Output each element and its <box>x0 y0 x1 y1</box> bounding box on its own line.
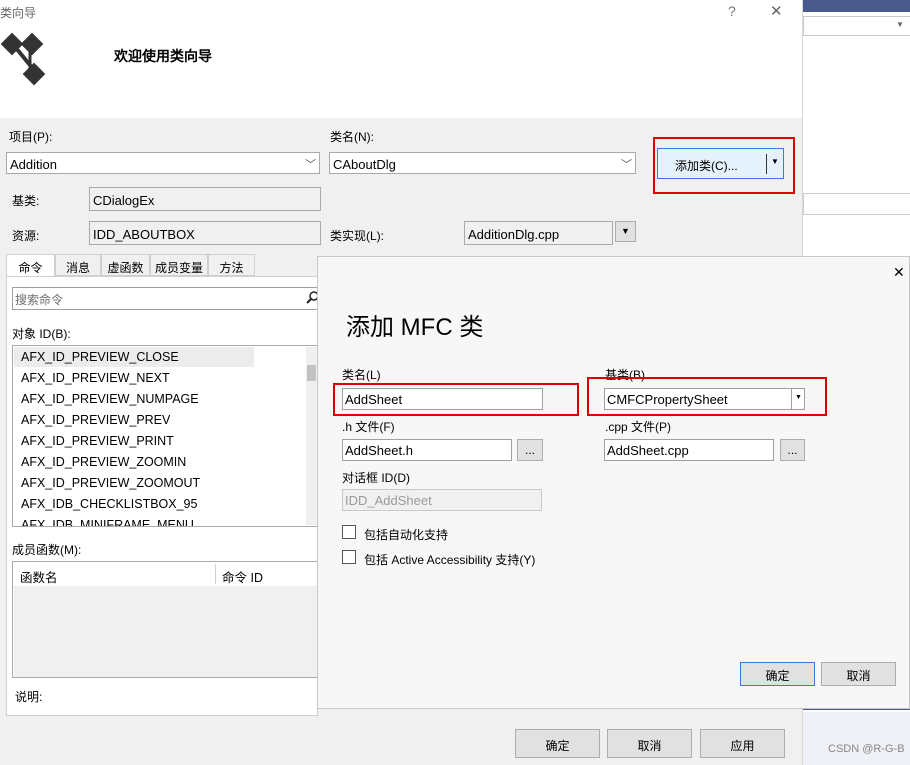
tab-methods[interactable]: 方法 <box>208 254 255 276</box>
dlg-base-combo[interactable]: CMFCPropertySheet ▼ <box>604 388 805 410</box>
column-divider <box>215 564 216 584</box>
chevron-down-icon: ﹀ <box>305 159 316 171</box>
resource-label: 资源: <box>12 229 40 243</box>
dlg-classname-value: AddSheet <box>345 392 403 407</box>
panel-title-bar <box>803 0 910 12</box>
resource-value: IDD_ABOUTBOX <box>93 227 195 242</box>
project-label: 项目(P): <box>9 130 53 144</box>
cpp-file-value: AddSheet.cpp <box>607 443 689 458</box>
panel-combo[interactable]: ▼ <box>803 16 910 36</box>
accessibility-checkbox[interactable] <box>342 550 356 564</box>
tab-virtual-functions[interactable]: 虚函数 <box>101 254 150 276</box>
list-item[interactable]: AFX_ID_PREVIEW_CLOSE <box>21 350 179 364</box>
welcome-heading: 欢迎使用类向导 <box>114 48 212 64</box>
h-file-value: AddSheet.h <box>345 443 413 458</box>
description-label: 说明: <box>15 690 43 704</box>
dialog-id-label: 对话框 ID(D) <box>342 471 410 485</box>
close-button[interactable]: ✕ <box>770 2 783 20</box>
accessibility-label: 包括 Active Accessibility 支持(Y) <box>364 553 536 567</box>
list-item[interactable]: AFX_IDB_CHECKLISTBOX_95 <box>21 497 197 511</box>
h-file-input[interactable]: AddSheet.h <box>342 439 512 461</box>
object-id-list[interactable]: AFX_ID_PREVIEW_CLOSE AFX_ID_PREVIEW_NEXT… <box>12 345 318 527</box>
member-func-list[interactable]: 函数名 命令 ID <box>12 561 318 678</box>
list-body <box>14 586 318 677</box>
base-class-field: CDialogEx <box>89 187 321 211</box>
panel-footer <box>803 712 910 765</box>
wizard-ok-button[interactable]: 确定 <box>515 729 600 758</box>
classname-value: CAboutDlg <box>333 157 396 172</box>
dlg-classname-label: 类名(L) <box>342 368 381 382</box>
search-placeholder: 搜索命令 <box>15 293 64 307</box>
panel-input[interactable] <box>803 193 910 215</box>
h-file-label: .h 文件(F) <box>342 420 395 434</box>
h-browse-button[interactable]: ... <box>517 439 543 461</box>
impl-value: AdditionDlg.cpp <box>468 227 560 242</box>
scrollbar-thumb[interactable] <box>307 365 316 381</box>
tab-commands[interactable]: 命令 <box>6 254 55 276</box>
dlg-base-value: CMFCPropertySheet <box>607 392 728 407</box>
dialog-id-input: IDD_AddSheet <box>342 489 542 511</box>
dialog-id-value: IDD_AddSheet <box>345 493 432 508</box>
column-command-id[interactable]: 命令 ID <box>222 567 263 586</box>
impl-field: AdditionDlg.cpp <box>464 221 613 245</box>
classname-combo[interactable]: CAboutDlg ﹀ <box>329 152 636 174</box>
wizard-apply-button[interactable]: 应用 <box>700 729 785 758</box>
automation-label: 包括自动化支持 <box>364 528 449 542</box>
classname-label: 类名(N): <box>330 130 374 144</box>
cpp-file-label: .cpp 文件(P) <box>605 420 672 434</box>
base-class-value: CDialogEx <box>93 193 155 208</box>
column-function-name[interactable]: 函数名 <box>20 567 58 586</box>
add-class-label: 添加类(C)... <box>675 159 738 173</box>
dialog-cancel-button[interactable]: 取消 <box>821 662 896 686</box>
tab-messages[interactable]: 消息 <box>55 254 101 276</box>
list-item[interactable]: AFX_ID_PREVIEW_NEXT <box>21 371 170 385</box>
list-item[interactable]: AFX_IDB_MINIFRAME_MENU <box>21 518 194 526</box>
combo-divider <box>791 389 792 409</box>
list-header <box>13 562 317 587</box>
cpp-browse-button[interactable]: ... <box>780 439 805 461</box>
member-func-label: 成员函数(M): <box>12 543 82 557</box>
dropdown-arrow-icon[interactable]: ▼ <box>771 157 779 166</box>
search-input[interactable]: 搜索命令 <box>12 287 319 310</box>
chevron-down-icon: ▼ <box>896 20 904 29</box>
scrollbar[interactable] <box>306 347 317 525</box>
base-class-label: 基类: <box>12 194 40 208</box>
impl-label: 类实现(L): <box>330 229 385 243</box>
impl-dropdown-button[interactable]: ▼ <box>615 221 636 242</box>
add-class-button[interactable]: 添加类(C)... ▼ <box>657 148 784 179</box>
wizard-cancel-button[interactable]: 取消 <box>607 729 692 758</box>
resource-field: IDD_ABOUTBOX <box>89 221 321 245</box>
project-combo[interactable]: Addition ﹀ <box>6 152 320 174</box>
watermark: CSDN @R-G-B <box>828 743 905 755</box>
list-item[interactable]: AFX_ID_PREVIEW_NUMPAGE <box>21 392 199 406</box>
tab-member-variables[interactable]: 成员变量 <box>150 254 208 276</box>
dialog-close-button[interactable]: ✕ <box>893 264 905 281</box>
window-title: 类向导 <box>0 6 37 20</box>
class-wizard-icon <box>0 30 52 86</box>
dropdown-arrow-icon[interactable]: ▼ <box>795 394 802 401</box>
project-value: Addition <box>10 157 57 172</box>
list-item[interactable]: AFX_ID_PREVIEW_ZOOMIN <box>21 455 186 469</box>
chevron-down-icon: ﹀ <box>621 159 632 171</box>
list-item[interactable]: AFX_ID_PREVIEW_ZOOMOUT <box>21 476 200 490</box>
dlg-classname-input[interactable]: AddSheet <box>342 388 543 410</box>
list-item[interactable]: AFX_ID_PREVIEW_PRINT <box>21 434 174 448</box>
object-id-label: 对象 ID(B): <box>12 327 71 341</box>
cpp-file-input[interactable]: AddSheet.cpp <box>604 439 774 461</box>
dialog-title: 添加 MFC 类 <box>346 314 484 341</box>
dialog-ok-button[interactable]: 确定 <box>740 662 815 686</box>
split-divider <box>766 154 767 174</box>
list-item[interactable]: AFX_ID_PREVIEW_PREV <box>21 413 170 427</box>
help-button[interactable]: ? <box>728 3 736 19</box>
automation-checkbox[interactable] <box>342 525 356 539</box>
